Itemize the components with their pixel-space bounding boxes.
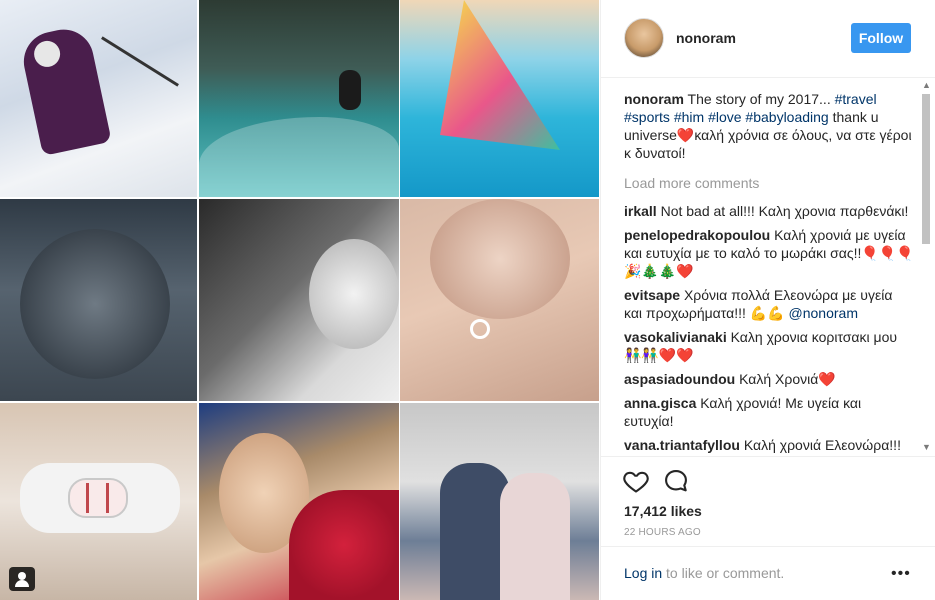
comments-scrollbar[interactable]: ▲ ▼ — [919, 80, 933, 456]
comment: irkall Not bad at all!!! Καλη χρονια παρ… — [624, 202, 914, 220]
comment-text: Καλή Χρονιά❤️ — [739, 371, 836, 387]
photo-surfing — [199, 0, 399, 197]
photo-kiss — [400, 403, 599, 600]
login-link[interactable]: Log in — [624, 565, 662, 581]
post-actions: 17,412 likes 22 HOURS AGO — [601, 456, 935, 546]
follow-button[interactable]: Follow — [851, 23, 911, 53]
post-footer: Log in to like or comment. ••• — [601, 546, 935, 600]
photo-couple-bw — [199, 199, 399, 401]
mention-link[interactable]: @nonoram — [789, 305, 858, 321]
comment-username[interactable]: anna.gisca — [624, 395, 696, 411]
scroll-down-icon[interactable]: ▼ — [922, 442, 931, 452]
comment-username[interactable]: aspasiadoundou — [624, 371, 735, 387]
more-options-icon[interactable]: ••• — [891, 565, 911, 583]
post-sidebar: nonoram Follow nonoram The story of my 2… — [600, 0, 935, 600]
post-image[interactable] — [0, 0, 599, 600]
photo-roses — [199, 403, 399, 600]
photo-man-face — [0, 199, 197, 401]
login-prompt: Log in to like or comment. — [624, 565, 784, 581]
avatar[interactable] — [624, 18, 664, 58]
caption-text: The story of my 2017... — [687, 91, 835, 107]
comment: vana.triantafyllou Καλή χρονιά Ελεονώρα!… — [624, 436, 914, 454]
post-timestamp[interactable]: 22 HOURS AGO — [624, 527, 701, 538]
comment-username[interactable]: evitsape — [624, 287, 680, 303]
instagram-post: nonoram Follow nonoram The story of my 2… — [0, 0, 935, 600]
comment: penelopedrakopoulou Καλή χρονιά με υγεία… — [624, 226, 914, 280]
post-header: nonoram Follow — [601, 0, 935, 78]
caption-username[interactable]: nonoram — [624, 91, 684, 107]
comment-username[interactable]: vana.triantafyllou — [624, 437, 740, 453]
heart-icon[interactable] — [622, 467, 650, 495]
comment-username[interactable]: irkall — [624, 203, 657, 219]
hashtag[interactable]: #him — [674, 109, 704, 125]
comment-username[interactable]: penelopedrakopoulou — [624, 227, 770, 243]
caption: nonoram The story of my 2017... #travel … — [624, 90, 914, 162]
comment: aspasiadoundou Καλή Χρονιά❤️ — [624, 370, 914, 388]
likes-count[interactable]: 17,412 likes — [624, 503, 702, 519]
scroll-up-icon[interactable]: ▲ — [922, 80, 931, 90]
hashtag[interactable]: #love — [708, 109, 741, 125]
comment-username[interactable]: vasokalivianaki — [624, 329, 727, 345]
scroll-thumb[interactable] — [922, 94, 930, 244]
login-text: to like or comment. — [662, 565, 785, 581]
comment: anna.gisca Καλή χρονιά! Με υγεία και ευτ… — [624, 394, 914, 430]
load-more-comments[interactable]: Load more comments — [624, 174, 914, 192]
photo-windsurfing — [400, 0, 599, 197]
hashtag[interactable]: #babyloading — [745, 109, 828, 125]
username[interactable]: nonoram — [676, 30, 736, 46]
comment-text: Καλή χρονιά Ελεονώρα!!! — [743, 437, 901, 453]
photo-ring — [400, 199, 599, 401]
user-tag-icon[interactable] — [9, 567, 35, 591]
comment-icon[interactable] — [662, 467, 690, 495]
hashtag[interactable]: #travel — [835, 91, 877, 107]
hashtag[interactable]: #sports — [624, 109, 670, 125]
comment-text: Not bad at all!!! Καλη χρονια παρθενάκι! — [660, 203, 909, 219]
photo-skiing — [0, 0, 197, 197]
comments-list: nonoram The story of my 2017... #travel … — [624, 90, 914, 456]
comment: evitsape Χρόνια πολλά Ελεονώρα με υγεία … — [624, 286, 914, 322]
comment: vasokalivianaki Καλη χρονια κοριτσακι μο… — [624, 328, 914, 364]
